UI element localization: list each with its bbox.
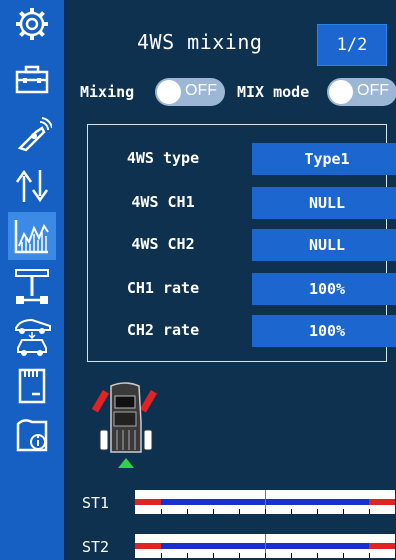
toolbox-icon	[15, 65, 49, 94]
bar-tick	[291, 553, 292, 558]
red-left-segment	[135, 543, 161, 549]
red-left-segment	[135, 499, 161, 505]
axle-icon	[15, 269, 49, 304]
bar-tick	[239, 553, 240, 558]
bar-tick	[369, 553, 370, 558]
mix-mode-label: MIX mode	[237, 83, 310, 101]
updown-arrows-icon	[15, 169, 49, 203]
sidebar-item-reverse[interactable]	[8, 162, 56, 210]
4ws-ch2-value[interactable]: NULL	[252, 229, 396, 261]
sidebar-item-toolbox[interactable]	[8, 56, 56, 104]
mix-mode-toggle-knob	[329, 80, 353, 104]
page-indicator-button[interactable]: 1/2	[317, 24, 387, 66]
sidebar-item-mixing[interactable]	[8, 212, 56, 260]
sd-card-icon	[18, 368, 46, 404]
sidebar-item-car-mix[interactable]	[8, 312, 56, 360]
sidebar-item-info[interactable]	[8, 412, 56, 460]
st2-label: ST2	[82, 538, 110, 556]
mix-mode-toggle[interactable]: OFF	[327, 78, 396, 106]
row-label-4ws-ch2: 4WS CH2	[131, 235, 195, 253]
st2-bar	[135, 534, 395, 558]
bar-tick	[265, 509, 266, 514]
red-right-segment	[369, 499, 395, 505]
row-label-ch2-rate: CH2 rate	[126, 321, 200, 339]
sidebar-item-settings[interactable]	[8, 0, 56, 48]
bar-tick	[317, 509, 318, 514]
row-label-4ws-ch1: 4WS CH1	[131, 193, 195, 211]
st1-label: ST1	[82, 494, 110, 512]
bar-tick	[343, 509, 344, 514]
mixing-toggle-state: OFF	[185, 82, 217, 99]
bar-tick	[291, 509, 292, 514]
sidebar-item-transmitter[interactable]	[8, 110, 56, 158]
bar-tick	[369, 509, 370, 514]
bar-tick	[343, 553, 344, 558]
direction-arrow	[118, 458, 134, 468]
bar-tick	[161, 509, 162, 514]
bar-tick	[239, 509, 240, 514]
4ws-ch1-value[interactable]: NULL	[252, 187, 396, 219]
gear-icon	[16, 8, 48, 40]
row-label-4ws-type: 4WS type	[126, 149, 200, 167]
row-label-ch1-rate: CH1 rate	[126, 279, 200, 297]
mixing-toggle-knob	[157, 80, 181, 104]
car-diagram	[91, 382, 157, 468]
st1-bar	[135, 490, 395, 514]
settings-panel: 4WS type Type1 4WS CH1 NULL 4WS CH2 NULL…	[87, 124, 396, 362]
page-title: 4WS mixing	[137, 30, 263, 54]
bar-tick	[213, 553, 214, 558]
bar-tick	[161, 553, 162, 558]
chart-icon	[14, 220, 49, 254]
bar-tick	[187, 509, 188, 514]
sidebar-item-axle[interactable]	[8, 262, 56, 310]
bar-tick	[213, 509, 214, 514]
mixing-toggle[interactable]: OFF	[155, 78, 225, 106]
bar-tick	[265, 553, 266, 558]
bar-tick	[317, 553, 318, 558]
bar-tick	[187, 553, 188, 558]
red-right-segment	[369, 543, 395, 549]
main-content: 4WS mixing 1/2 Mixing OFF MIX mode OFF 4…	[67, 0, 396, 560]
mix-mode-toggle-state: OFF	[357, 82, 389, 99]
sidebar-item-sd-card[interactable]	[8, 362, 56, 410]
sidebar	[0, 0, 67, 560]
4ws-type-value[interactable]: Type1	[252, 143, 396, 175]
info-icon	[16, 419, 48, 452]
ch1-rate-value[interactable]: 100%	[252, 273, 396, 305]
ch2-rate-value[interactable]: 100%	[252, 315, 396, 347]
mixing-label: Mixing	[80, 83, 135, 101]
transmitter-icon	[17, 117, 52, 152]
car-mix-icon	[15, 318, 51, 356]
